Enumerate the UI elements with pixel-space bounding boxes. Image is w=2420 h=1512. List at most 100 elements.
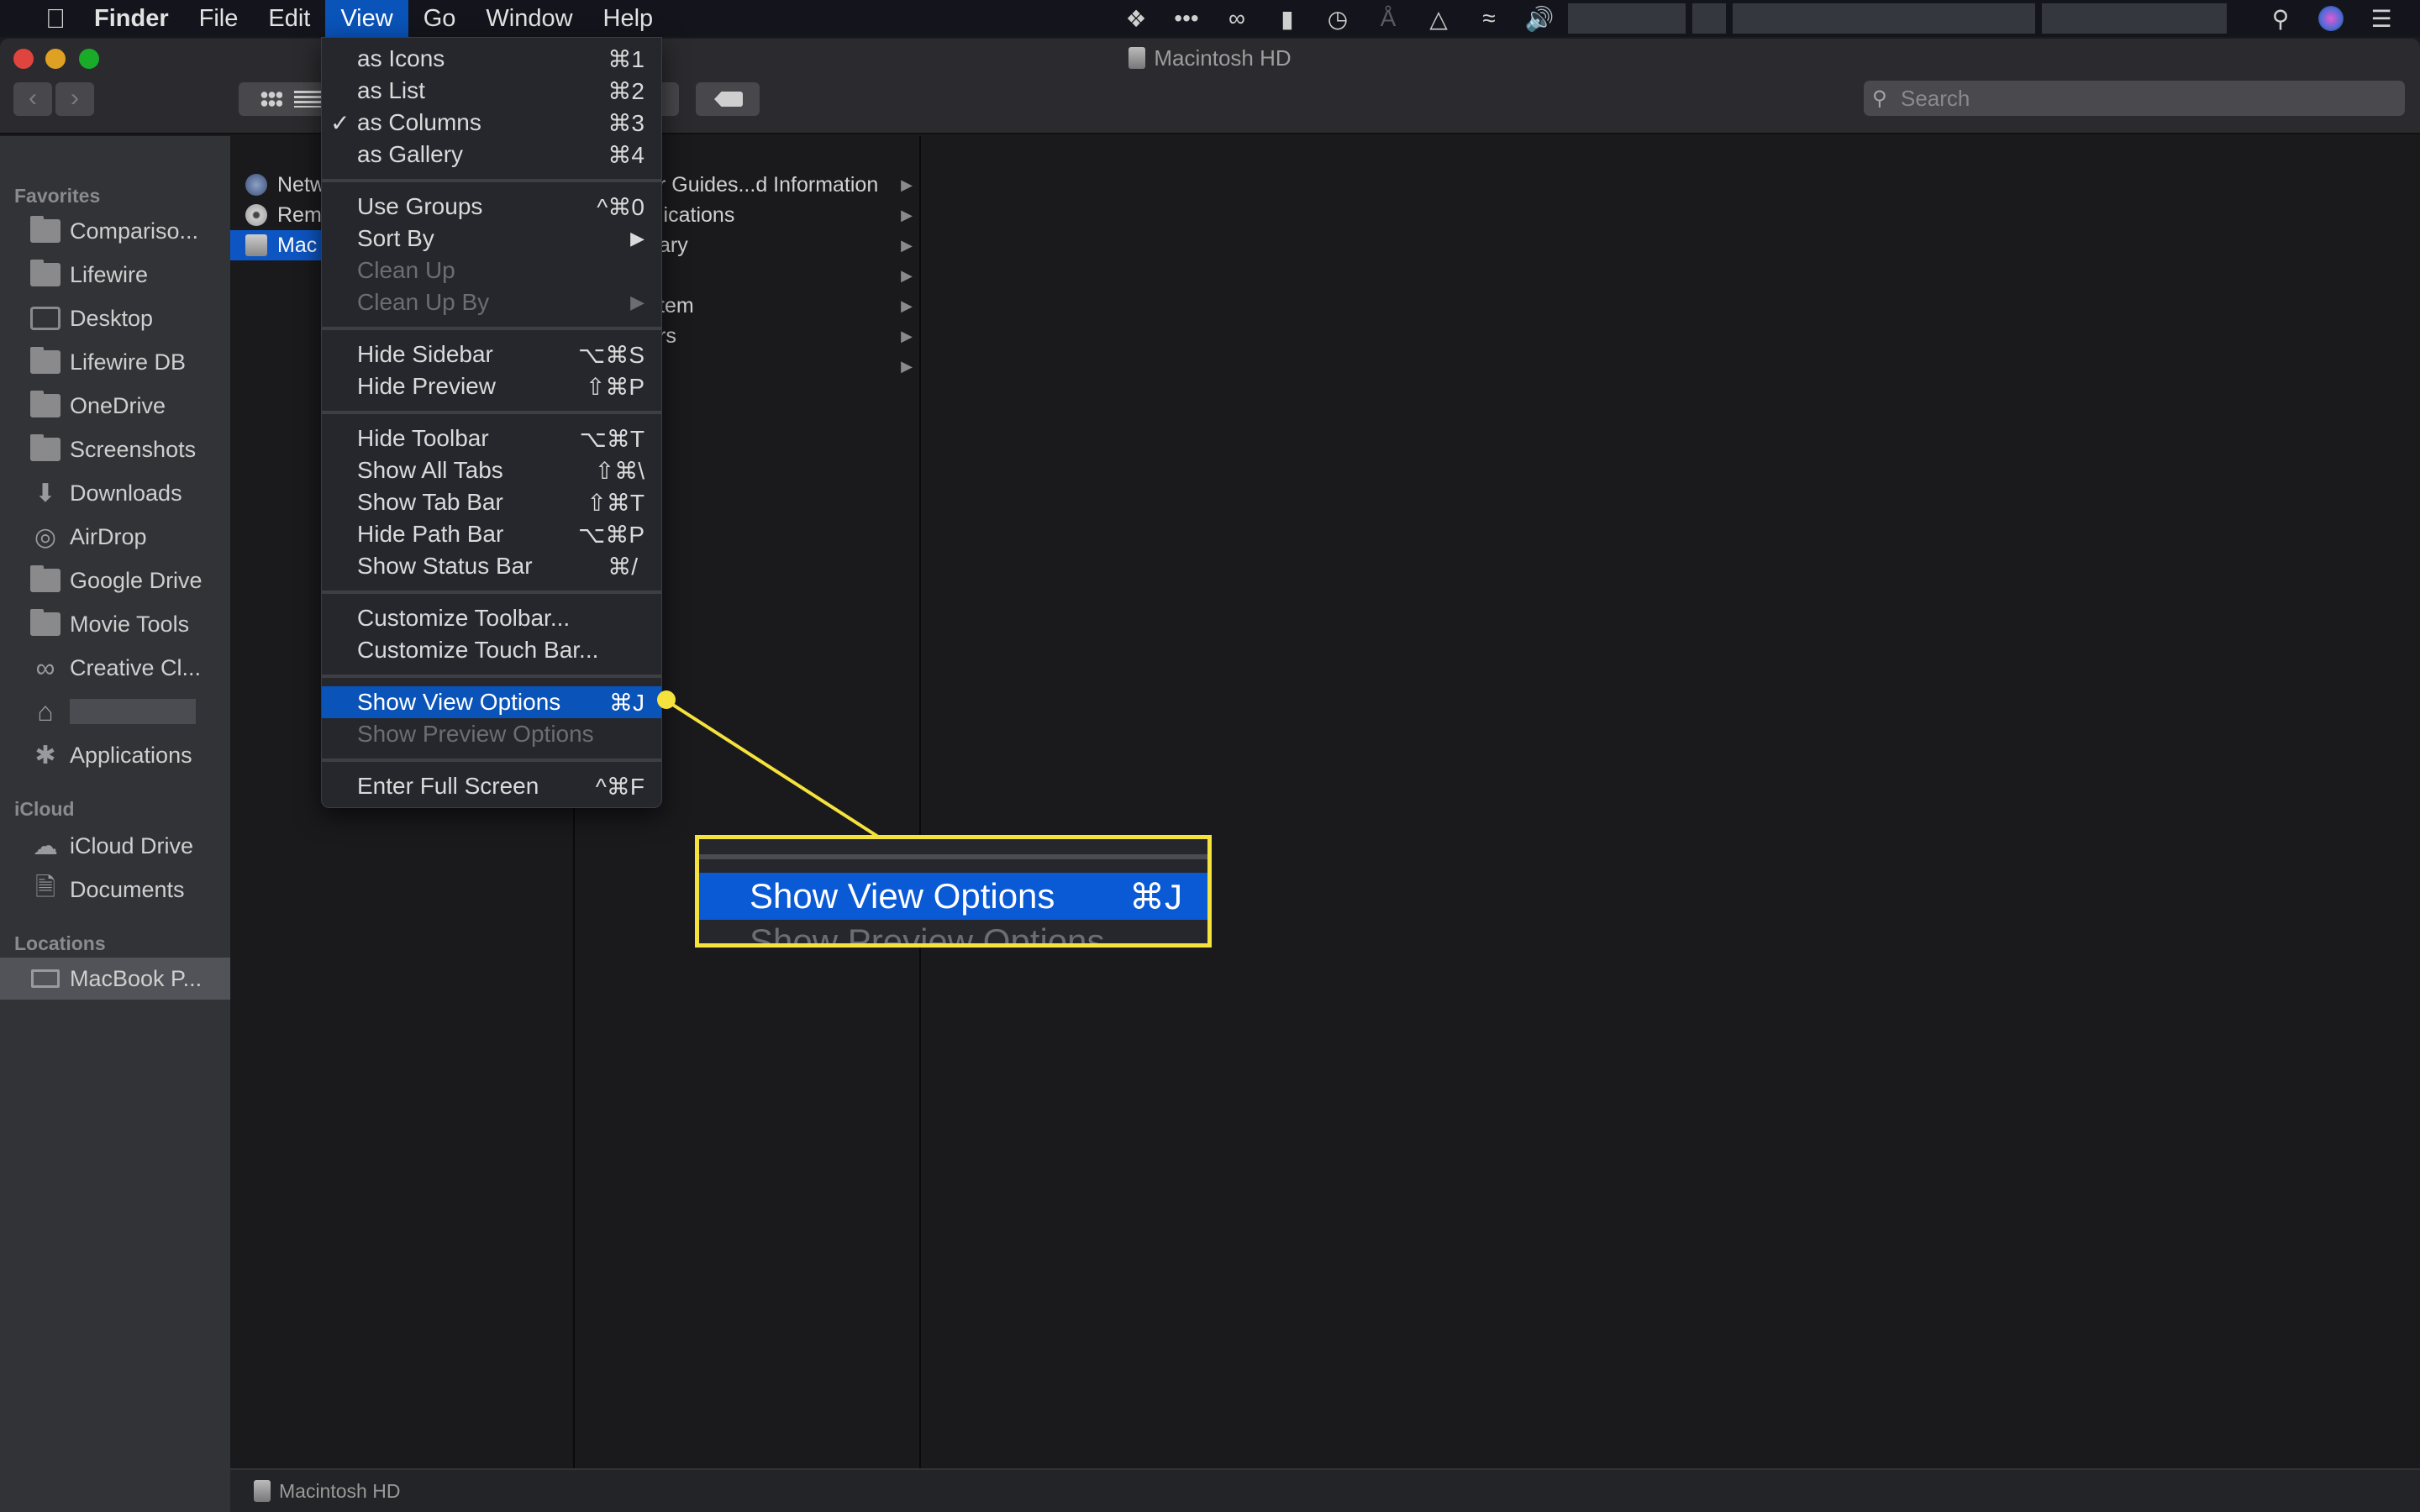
menu-item-label: Customize Toolbar... [357,605,571,631]
menu-item-shortcut: ⌘4 [608,141,644,168]
folder-icon [30,434,60,461]
search-field[interactable]: ⚲ [1864,81,2405,116]
notification-icon[interactable]: ▮ [1262,0,1313,37]
sidebar-item-home[interactable]: ⌂ [0,690,230,732]
bluetooth-icon[interactable]: Å [1363,0,1413,37]
menu-item-customize-touch-bar[interactable]: Customize Touch Bar... [322,634,661,666]
sidebar-item-label: Google Drive [70,567,203,593]
menu-view[interactable]: View [325,0,408,37]
airplay-icon[interactable]: △ [1413,0,1464,37]
menu-item-as-gallery[interactable]: as Gallery ⌘4 [322,139,661,171]
menu-separator [699,854,1207,859]
sidebar-item-label: Desktop [70,305,154,331]
menu-item-show-all-tabs[interactable]: Show All Tabs ⇧⌘\ [322,454,661,486]
sidebar-item-screenshots[interactable]: Screenshots [0,428,230,470]
menu-item-hide-preview[interactable]: Hide Preview ⇧⌘P [322,370,661,402]
tags-button[interactable] [696,82,760,116]
menu-item-label: Use Groups [357,193,483,219]
dropbox-icon[interactable]: ❖ [1111,0,1161,37]
sidebar-item-movie-tools[interactable]: Movie Tools [0,603,230,645]
menu-window[interactable]: Window [471,0,587,37]
sidebar-item-downloads[interactable]: ⬇ Downloads [0,472,230,514]
menu-separator [322,327,661,330]
sidebar-item-comparisons[interactable]: Compariso... [0,210,230,252]
menu-item-hide-path-bar[interactable]: Hide Path Bar ⌥⌘P [322,518,661,550]
menu-item-shortcut: ⌘/ [608,553,638,580]
list-view-icon[interactable] [294,91,323,108]
siri-icon[interactable] [2306,0,2356,37]
folder-icon [30,260,60,286]
menu-item-label: as Columns [357,109,481,135]
path-bar-item[interactable]: Macintosh HD [279,1480,400,1503]
sidebar-section-favorites: Favorites [14,185,101,207]
airdrop-icon: ◎ [34,522,57,551]
callout-disabled-item: Show Preview Options [750,921,1105,948]
sidebar-item-documents[interactable]: 🗎 Documents [0,869,230,911]
applications-icon: ✱ [34,741,56,769]
sidebar-item-macbook[interactable]: MacBook P... [0,958,230,1000]
redacted-username [70,699,196,724]
creative-cloud-icon[interactable]: ∞ [1212,0,1262,37]
notification-center-icon[interactable]: ☰ [2356,0,2407,37]
menu-item-label: Show All Tabs [357,457,503,483]
sidebar-item-label: Documents [70,876,185,902]
hard-drive-icon [245,234,267,256]
sidebar-item-label: AirDrop [70,523,147,549]
sidebar-item-onedrive[interactable]: OneDrive [0,385,230,427]
icon-view-icon[interactable] [260,91,282,108]
menu-item-shortcut: ⌘3 [608,109,644,136]
sidebar-item-lifewire[interactable]: Lifewire [0,254,230,296]
menu-item-as-icons[interactable]: as Icons ⌘1 [322,43,661,75]
menu-file[interactable]: File [184,0,254,37]
menu-item-use-groups[interactable]: Use Groups ^⌘0 [322,191,661,223]
network-icon [245,174,267,196]
menu-item-enter-full-screen[interactable]: Enter Full Screen ^⌘F [322,770,661,802]
sidebar-item-lifewire-db[interactable]: Lifewire DB [0,341,230,383]
menu-item-show-tab-bar[interactable]: Show Tab Bar ⇧⌘T [322,486,661,518]
disclosure-arrow-icon: ▶ [901,236,913,254]
forward-button[interactable]: › [55,82,94,116]
menu-item-show-status-bar[interactable]: Show Status Bar ⌘/ [322,550,661,582]
menu-item-customize-toolbar[interactable]: Customize Toolbar... [322,602,661,634]
more-icon[interactable]: ••• [1161,0,1212,37]
folder-icon [30,565,60,592]
hard-drive-icon [254,1480,271,1502]
menu-item-as-list[interactable]: as List ⌘2 [322,75,661,107]
menu-help[interactable]: Help [588,0,669,37]
menu-item-hide-sidebar[interactable]: Hide Sidebar ⌥⌘S [322,339,661,370]
sidebar-item-label: Downloads [70,480,182,506]
back-button[interactable]: ‹ [13,82,52,116]
callout-anchor-dot [657,690,676,709]
menu-item-label: Hide Preview [357,373,496,399]
wifi-icon[interactable]: ≈ [1464,0,1514,37]
sidebar-item-applications[interactable]: ✱ Applications [0,734,230,776]
menu-finder[interactable]: Finder [79,0,184,37]
disc-icon [245,204,267,226]
menu-go[interactable]: Go [408,0,471,37]
time-machine-icon[interactable]: ◷ [1313,0,1363,37]
sidebar-item-airdrop[interactable]: ◎ AirDrop [0,516,230,558]
menu-edit[interactable]: Edit [253,0,325,37]
menu-separator [322,759,661,762]
menu-bar:  Finder File Edit View Go Window Help ❖… [0,0,2420,37]
volume-icon[interactable]: 🔊 [1514,0,1565,37]
sidebar-section-locations: Locations [14,932,106,954]
menu-item-as-columns[interactable]: ✓ as Columns ⌘3 [322,107,661,139]
menu-item-show-view-options[interactable]: Show View Options ⌘J [322,686,661,718]
sidebar-item-google-drive[interactable]: Google Drive [0,559,230,601]
sidebar-item-icloud-drive[interactable]: ☁ iCloud Drive [0,825,230,867]
disclosure-arrow-icon: ▶ [901,206,913,223]
menu-item-label: Hide Toolbar [357,425,489,451]
spotlight-icon[interactable]: ⚲ [2255,0,2306,37]
menu-item-shortcut: ⌥⌘T [579,425,644,452]
menu-item-hide-toolbar[interactable]: Hide Toolbar ⌥⌘T [322,423,661,454]
search-input[interactable] [1901,81,2388,116]
sidebar-item-creative-cloud[interactable]: ∞ Creative Cl... [0,647,230,689]
callout-highlighted-item: Show View Options ⌘J [699,873,1207,920]
folder-icon [30,609,60,636]
menu-item-label: Show Status Bar [357,553,533,579]
apple-menu-icon[interactable]:  [32,3,79,34]
menu-item-label: Hide Sidebar [357,341,493,367]
menu-item-sort-by[interactable]: Sort By ▶ [322,223,661,255]
sidebar-item-desktop[interactable]: Desktop [0,297,230,339]
